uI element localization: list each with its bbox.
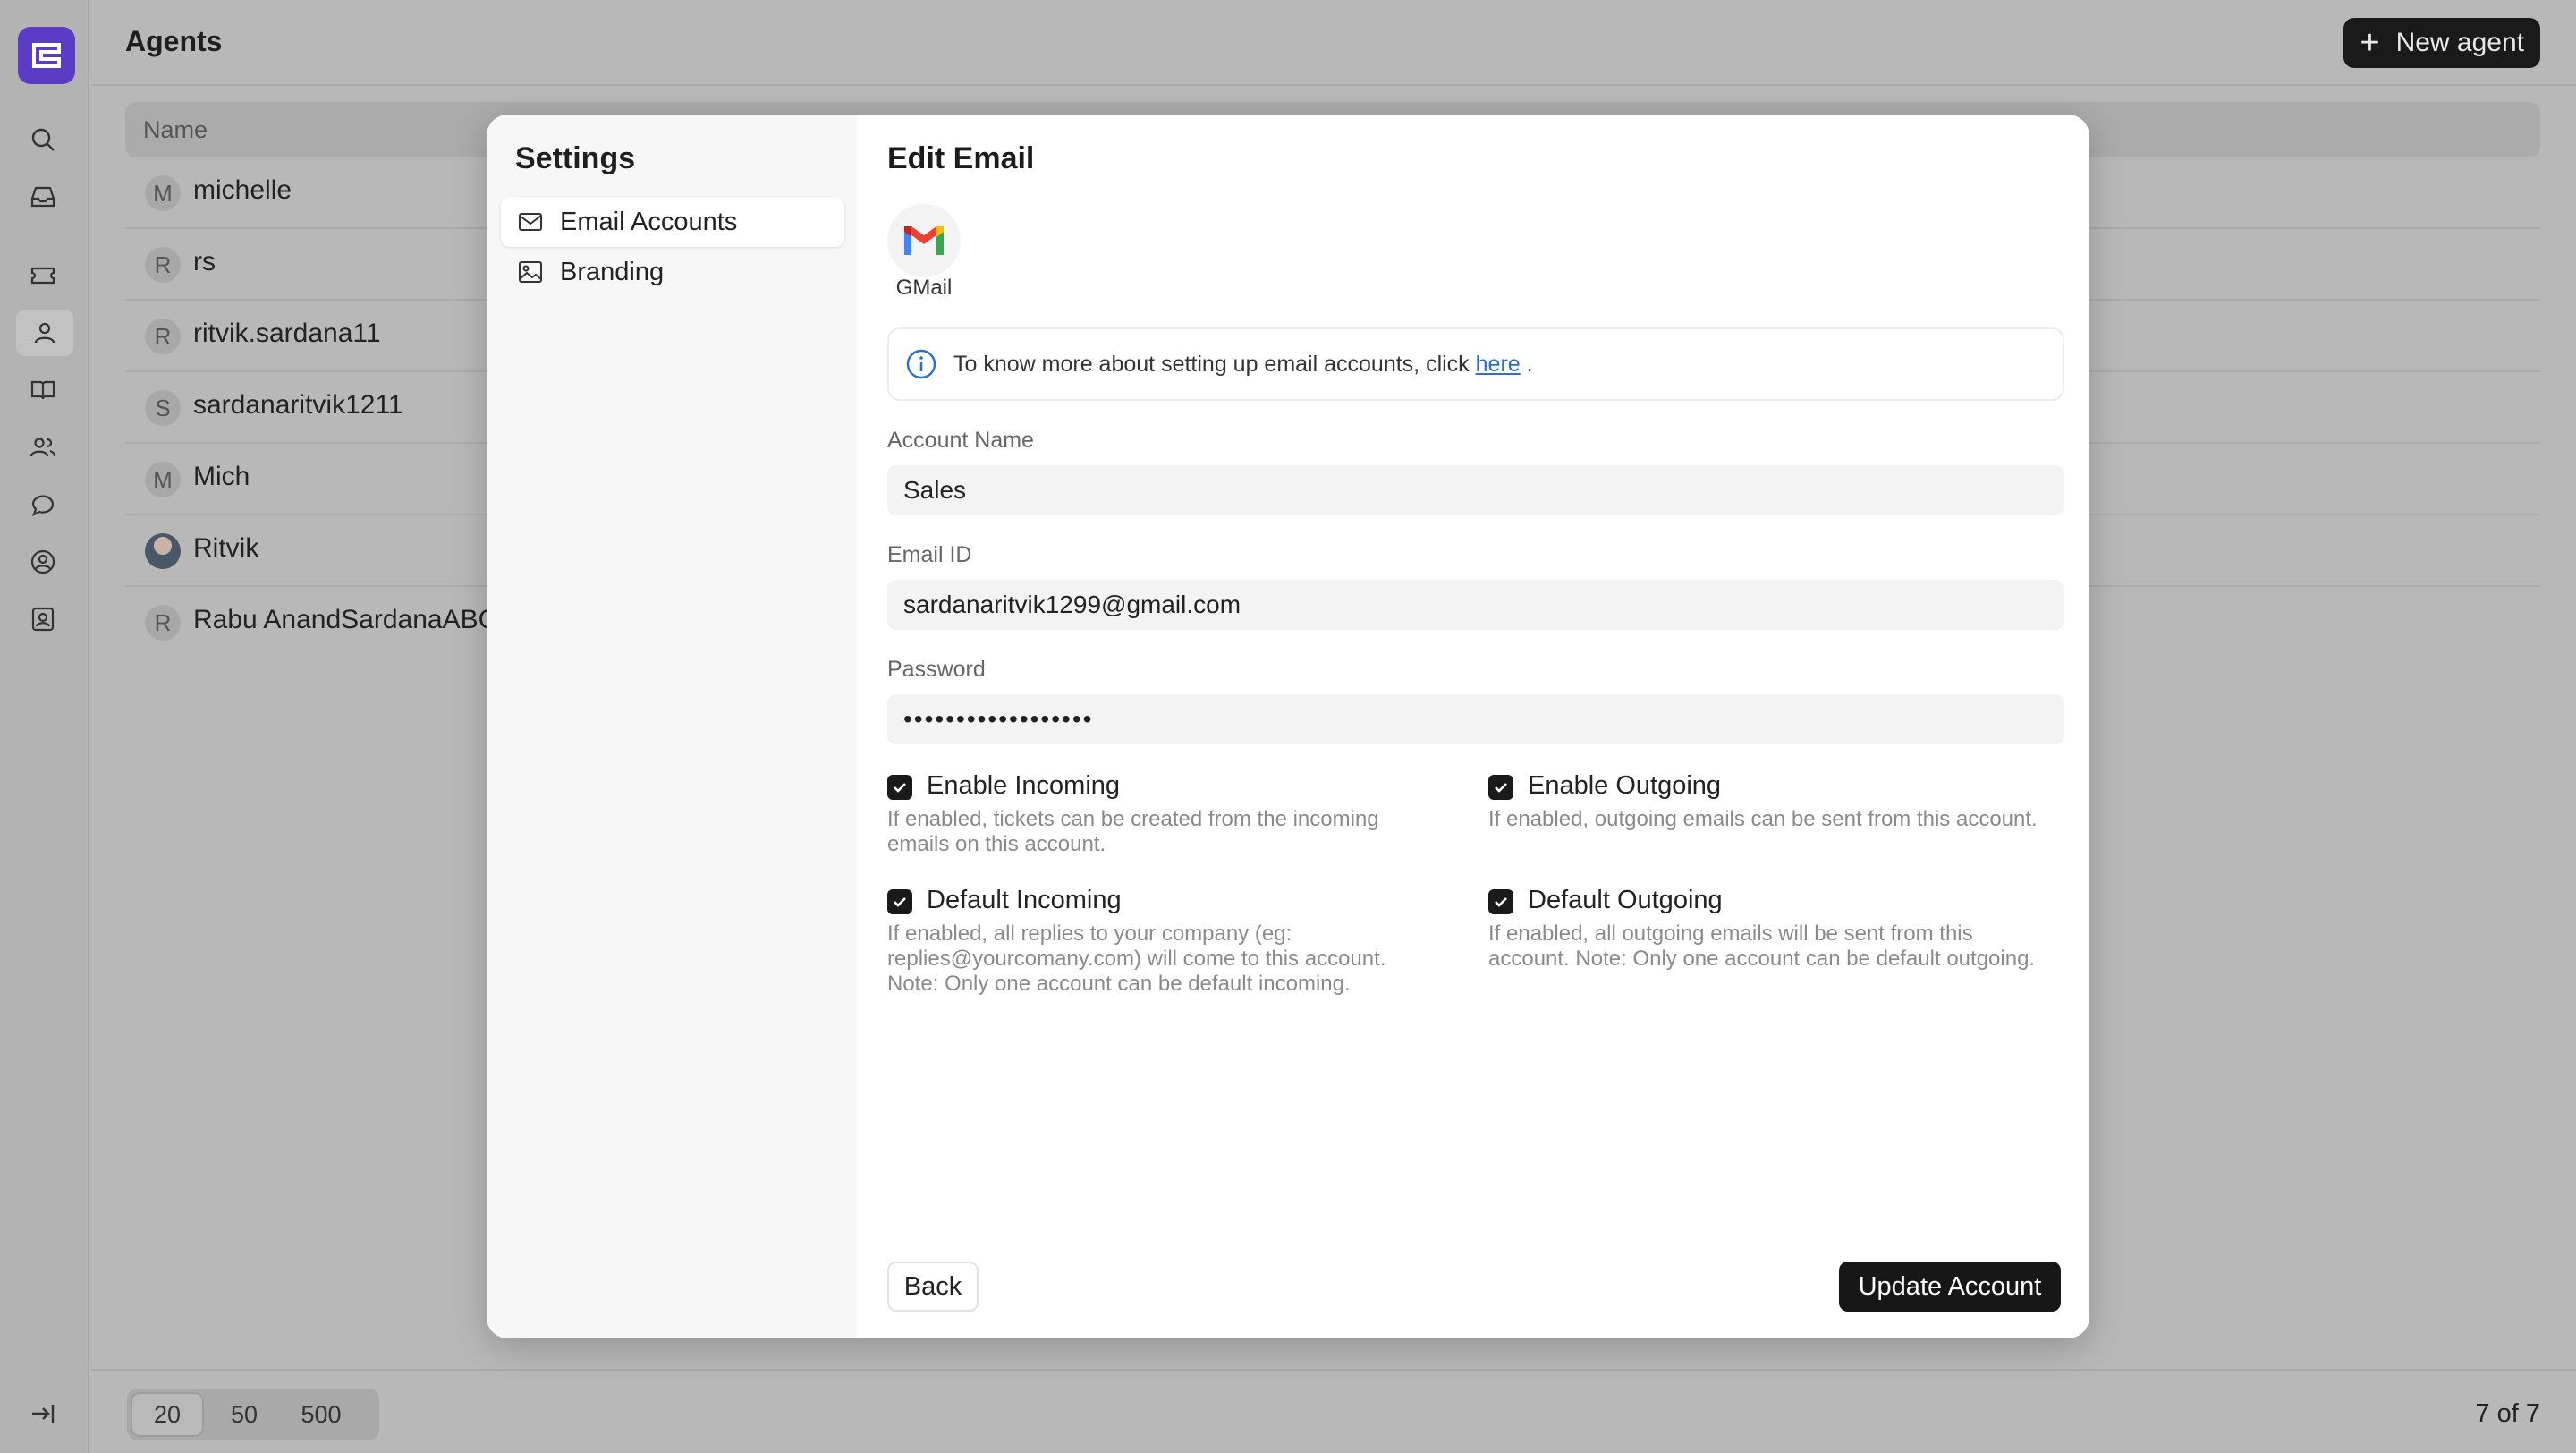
avatar: R (145, 319, 181, 354)
info-banner: To know more about setting up email acco… (887, 327, 2064, 401)
enable-incoming-checkbox[interactable] (887, 775, 912, 800)
page-size-option[interactable]: 20 (131, 1392, 204, 1437)
default-outgoing-label: Default Outgoing (1528, 886, 1723, 914)
default-outgoing-checkbox[interactable] (1488, 889, 1513, 914)
sidebar-rail (0, 0, 89, 1453)
nav-label: Email Accounts (560, 207, 738, 236)
edit-email-panel: Edit Email GMail To know more about sett… (857, 115, 2089, 1338)
inbox-icon[interactable] (25, 179, 61, 215)
avatar-photo (145, 533, 181, 569)
app-logo[interactable] (18, 27, 75, 84)
back-button[interactable]: Back (887, 1262, 979, 1312)
info-suffix: . (1526, 351, 1533, 377)
logout-icon[interactable] (25, 1396, 61, 1432)
provider-label: GMail (895, 276, 953, 300)
avatar: S (145, 390, 181, 426)
enable-outgoing-label: Enable Outgoing (1528, 771, 1722, 800)
settings-title: Settings (515, 141, 636, 175)
settings-sidebar: Settings Email Accounts Branding (487, 115, 857, 1338)
default-outgoing-desc: If enabled, all outgoing emails will be … (1488, 922, 2036, 971)
agent-name: Ritvik (193, 533, 259, 563)
enable-incoming-desc: If enabled, tickets can be created from … (887, 807, 1379, 856)
nav-branding[interactable]: Branding (501, 247, 844, 297)
agent-name: sardanaritvik1211 (193, 390, 403, 420)
edit-email-title: Edit Email (887, 141, 1035, 175)
check-icon (894, 783, 906, 793)
agent-name: ritvik.sardana11 (193, 319, 381, 348)
contact-icon[interactable] (25, 601, 61, 637)
avatar: R (145, 247, 181, 283)
column-name: Name (143, 116, 208, 143)
agent-icon[interactable] (16, 310, 73, 356)
info-help-link[interactable]: here (1476, 352, 1521, 377)
ticket-icon[interactable] (25, 258, 61, 293)
record-count: 7 of 7 (2475, 1399, 2540, 1428)
team-icon[interactable] (25, 429, 61, 465)
enable-outgoing-desc: If enabled, outgoing emails can be sent … (1488, 807, 2038, 831)
new-agent-button[interactable]: + New agent (2343, 18, 2540, 68)
page-size-selector: 20 50 500 (127, 1389, 379, 1440)
agent-name: Rabu AnandSardanaABC (193, 605, 498, 634)
avatar: M (145, 462, 181, 497)
user-circle-icon[interactable] (25, 544, 61, 580)
list-footer: 20 50 500 7 of 7 (91, 1369, 2576, 1453)
agent-name: michelle (193, 175, 292, 205)
book-icon[interactable] (25, 372, 61, 408)
email-id-label: Email ID (887, 542, 972, 567)
mail-icon (519, 213, 542, 231)
info-text: To know more about setting up email acco… (953, 351, 1470, 377)
agent-name: rs (193, 247, 216, 276)
info-icon (906, 349, 936, 379)
enable-incoming-label: Enable Incoming (927, 771, 1121, 800)
check-icon (1495, 783, 1507, 793)
password-input[interactable] (887, 694, 2064, 744)
password-label: Password (887, 657, 986, 682)
check-icon (1495, 897, 1507, 907)
search-icon[interactable] (25, 122, 61, 157)
settings-modal: Settings Email Accounts Branding Edit Em… (487, 115, 2089, 1338)
page-title: Agents (125, 25, 223, 57)
default-incoming-checkbox[interactable] (887, 889, 912, 914)
page-size-option[interactable]: 50 (208, 1392, 281, 1437)
gmail-icon (904, 226, 944, 255)
chat-icon[interactable] (25, 487, 61, 523)
default-incoming-label: Default Incoming (927, 886, 1122, 914)
agent-name: Mich (193, 462, 250, 491)
email-id-input[interactable] (887, 580, 2064, 630)
avatar: R (145, 605, 181, 641)
top-bar: Agents + New agent (91, 0, 2576, 86)
logo-icon (32, 43, 61, 68)
page-size-option[interactable]: 500 (284, 1392, 358, 1437)
default-incoming-desc: If enabled, all replies to your company … (887, 922, 1386, 996)
avatar: M (145, 175, 181, 211)
account-name-label: Account Name (887, 428, 1034, 453)
check-icon (894, 897, 906, 907)
image-icon (519, 261, 542, 283)
enable-outgoing-checkbox[interactable] (1488, 775, 1513, 800)
nav-email-accounts[interactable]: Email Accounts (501, 197, 844, 247)
update-account-button[interactable]: Update Account (1839, 1262, 2061, 1312)
account-name-input[interactable] (887, 465, 2064, 515)
gmail-logo (887, 204, 961, 277)
nav-label: Branding (560, 257, 665, 286)
plus-icon: + (2360, 24, 2380, 62)
new-agent-label: New agent (2395, 28, 2524, 57)
